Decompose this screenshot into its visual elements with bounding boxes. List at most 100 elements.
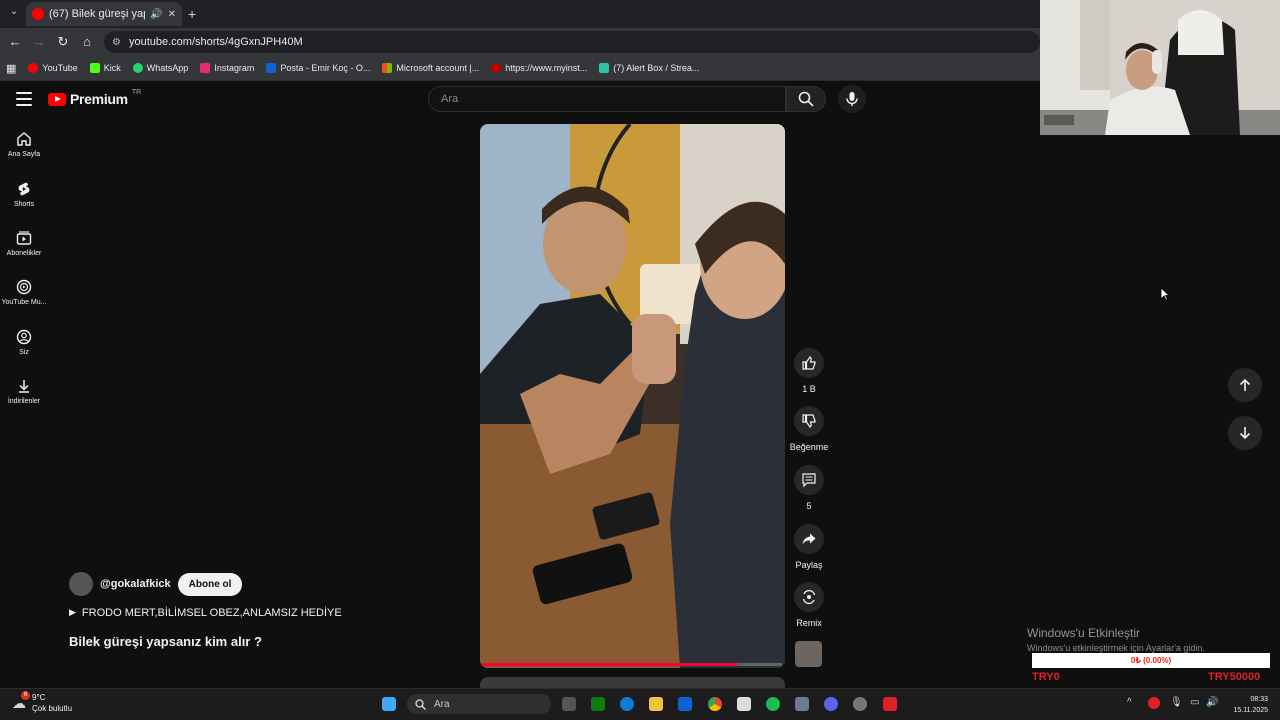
home-icon[interactable]: ⌂ (78, 33, 96, 51)
hamburger-menu-icon[interactable] (16, 92, 32, 106)
search-button[interactable] (786, 86, 826, 112)
chevron-up-icon[interactable]: ^ (1127, 697, 1132, 708)
nav-you[interactable]: Siz (0, 329, 48, 356)
nav-downloads[interactable]: İndirilenler (0, 378, 48, 405)
microphone-icon (846, 92, 858, 106)
bookmark-kick[interactable]: Kick (89, 63, 121, 73)
webcam-overlay (1040, 0, 1280, 135)
globe-icon (491, 63, 502, 73)
kick-icon (89, 63, 100, 73)
url-text: youtube.com/shorts/4gGxnJPH40M (128, 36, 303, 48)
back-icon[interactable]: ← (6, 33, 24, 51)
youtube-premium-logo[interactable]: Premium TR (48, 89, 141, 107)
share-button[interactable]: Paylaş (788, 524, 830, 570)
windows-taskbar (0, 688, 1280, 720)
thumbs-down-icon (802, 414, 816, 429)
microsoft-icon (382, 63, 393, 73)
obs-icon[interactable] (853, 697, 867, 711)
browser-tab[interactable]: (67) Bilek güreşi yapsanız k 🔊 ✕ (26, 2, 182, 26)
weather-widget[interactable]: ☁ 6 9°C Çok bulutlu (12, 690, 73, 714)
speaker-icon: 🔊 (150, 8, 163, 20)
voice-search-button[interactable] (838, 85, 866, 113)
discord-icon[interactable] (824, 697, 838, 711)
remix-label: Remix (796, 618, 822, 628)
new-tab-button[interactable]: + (188, 6, 196, 22)
app-icon[interactable] (795, 697, 809, 711)
share-icon (802, 533, 816, 545)
bookmark-instagram[interactable]: Instagram (200, 63, 254, 73)
next-short-button[interactable] (1228, 416, 1262, 450)
taskbar-search[interactable]: Ara (407, 694, 551, 714)
donation-goal-max: TRY50000 (1208, 671, 1261, 683)
music-link[interactable]: ▶ FRODO MERT,BİLİMSEL OBEZ,ANLAMSIZ HEDİ… (69, 607, 342, 619)
share-label: Paylaş (795, 560, 823, 570)
forward-icon[interactable]: → (30, 33, 48, 51)
task-view-icon[interactable] (562, 697, 576, 711)
nav-youtube-music[interactable]: YouTube Mu... (0, 279, 48, 306)
site-info-icon[interactable]: ⚙ (112, 37, 121, 48)
thumbs-up-icon (802, 355, 816, 370)
network-icon[interactable]: ▭ (1190, 697, 1199, 708)
bookmark-outlook[interactable]: Posta - Emir Koç - O... (266, 63, 370, 73)
channel-handle[interactable]: @gokalafkick (100, 578, 171, 590)
previous-short-button[interactable] (1228, 368, 1262, 402)
nav-home[interactable]: Ana Sayfa (0, 131, 48, 158)
search-input[interactable]: Ara (428, 86, 786, 112)
dislike-button[interactable]: Beğenme (788, 406, 830, 452)
bookmark-whatsapp[interactable]: WhatsApp (132, 63, 188, 73)
tab-search-icon[interactable]: ⌄ (6, 6, 22, 22)
bookmark-alertbox[interactable]: (7) Alert Box / Strea... (599, 63, 699, 73)
bookmark-myinst[interactable]: https://www.myinst... (491, 63, 587, 73)
like-button[interactable]: 1 B (788, 348, 830, 394)
dislike-label: Beğenme (789, 442, 829, 452)
weather-desc: Çok bulutlu (32, 704, 73, 713)
outlook-icon[interactable] (678, 697, 692, 711)
sound-source-thumbnail[interactable] (795, 641, 822, 667)
windows-start-icon[interactable] (382, 697, 396, 711)
arrow-down-icon (1239, 427, 1251, 440)
search-icon (798, 91, 814, 107)
chrome-icon[interactable] (708, 697, 722, 711)
video-title[interactable]: Bilek güreşi yapsanız kim alır ? (69, 634, 262, 649)
video-progress-bar[interactable] (482, 663, 782, 666)
like-count: 1 B (802, 384, 816, 394)
bookmark-microsoft[interactable]: Microsoft account |... (382, 63, 479, 73)
nav-shorts[interactable]: Shorts (0, 181, 48, 208)
bookmark-youtube[interactable]: YouTube (28, 63, 78, 73)
download-icon (19, 380, 29, 393)
comments-button[interactable]: 5 (788, 465, 830, 511)
tray-app-icon[interactable] (1148, 697, 1160, 709)
streamlabs-icon[interactable] (883, 697, 897, 711)
nav-subscriptions[interactable]: Abonelikler (0, 230, 48, 257)
donation-goal-min: TRY0 (1032, 671, 1060, 683)
xbox-icon[interactable] (591, 697, 605, 711)
shorts-video-player[interactable] (480, 124, 785, 668)
streamlabs-icon (599, 63, 610, 73)
close-tab-icon[interactable]: ✕ (168, 9, 176, 20)
instagram-icon (200, 63, 211, 73)
youtube-music-icon (16, 279, 32, 295)
address-bar[interactable]: ⚙ youtube.com/shorts/4gGxnJPH40M (104, 31, 1040, 53)
system-clock[interactable]: 08:33 15.11.2025 (1222, 694, 1268, 716)
remix-button[interactable]: Remix (788, 582, 830, 628)
store-icon[interactable] (737, 697, 751, 711)
edge-icon[interactable] (620, 697, 634, 711)
mouse-cursor-icon (1160, 287, 1170, 301)
webcam-image (1040, 0, 1280, 135)
weather-badge: 6 (21, 690, 30, 700)
spotify-icon[interactable] (766, 697, 780, 711)
file-explorer-icon[interactable] (649, 697, 663, 711)
subscribe-button[interactable]: Abone ol (177, 572, 243, 596)
tab-title: (67) Bilek güreşi yapsanız k (49, 8, 145, 20)
progress-fill (482, 663, 737, 666)
home-icon (17, 132, 31, 146)
shorts-icon (18, 182, 30, 196)
remix-icon (802, 589, 816, 605)
reload-icon[interactable]: ↻ (54, 33, 72, 51)
cloud-icon: ☁ 6 (12, 690, 30, 712)
arrow-up-icon (1239, 378, 1251, 391)
microphone-tray-icon[interactable]: 🎙 (1170, 697, 1183, 708)
channel-avatar[interactable] (69, 572, 93, 596)
apps-grid-icon[interactable]: ▦ (6, 62, 16, 75)
volume-icon[interactable]: 🔊 (1206, 697, 1218, 708)
